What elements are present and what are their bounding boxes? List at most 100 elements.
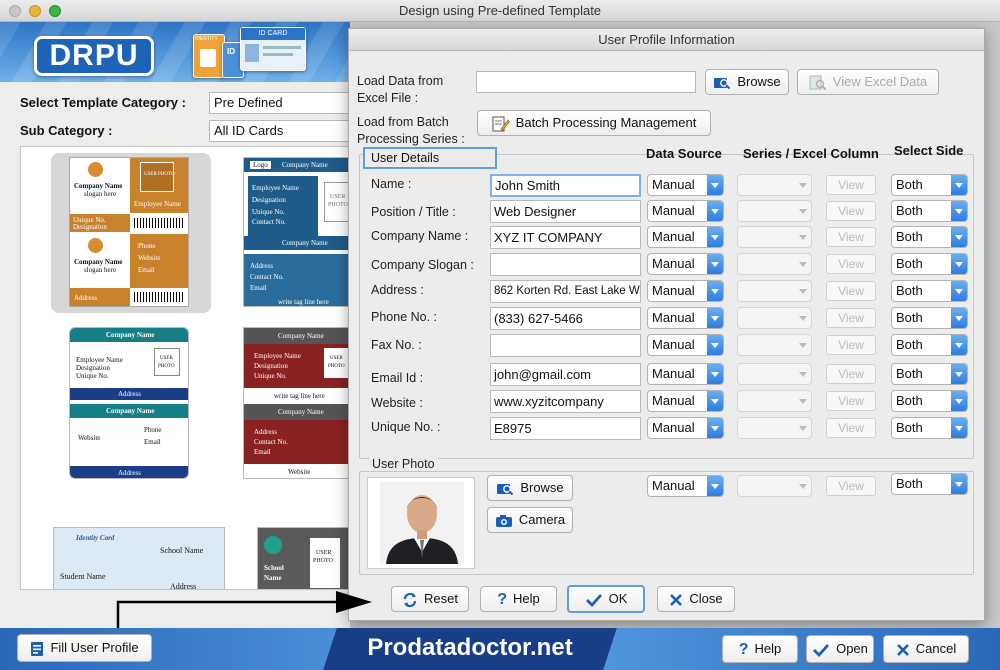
id-card-icon-text: IDENTITY xyxy=(195,36,218,42)
position-view-button[interactable]: View xyxy=(826,201,876,221)
id-card-large-icon: ID CARD xyxy=(240,27,306,71)
address-input[interactable]: 862 Korten Rd. East Lake Way xyxy=(490,280,641,303)
email-series-select[interactable] xyxy=(737,363,812,385)
dialog-help-button[interactable]: ? Help xyxy=(480,586,557,612)
ok-button[interactable]: OK xyxy=(567,585,645,613)
unique-no-input[interactable]: E8975 xyxy=(490,417,641,440)
position-source-select[interactable]: Manual xyxy=(647,200,724,222)
phone-view-button[interactable]: View xyxy=(826,308,876,328)
company-name-label: Company Name : xyxy=(371,229,469,243)
close-button[interactable]: Close xyxy=(657,586,735,612)
template-thumb-6[interactable]: School Name USER PHOTO xyxy=(257,527,349,589)
name-view-button[interactable]: View xyxy=(826,175,876,195)
chevron-down-icon xyxy=(951,201,967,221)
company-name-series-select[interactable] xyxy=(737,226,812,248)
address-side-select[interactable]: Both xyxy=(891,280,968,302)
position-side-select[interactable]: Both xyxy=(891,200,968,222)
website-side-select[interactable]: Both xyxy=(891,390,968,412)
reset-button[interactable]: Reset xyxy=(391,586,469,612)
name-input[interactable]: John Smith xyxy=(490,174,641,197)
website-series-select[interactable] xyxy=(737,390,812,412)
unique-no-view-button[interactable]: View xyxy=(826,418,876,438)
maximize-window-icon[interactable] xyxy=(49,5,61,17)
fax-source-select[interactable]: Manual xyxy=(647,334,724,356)
batch-processing-button[interactable]: Batch Processing Management xyxy=(477,110,711,136)
website-view-button[interactable]: View xyxy=(826,391,876,411)
window-titlebar: Design using Pre-defined Template xyxy=(0,0,1000,22)
sub-category-select[interactable]: All ID Cards xyxy=(209,120,350,142)
camera-label: Camera xyxy=(518,512,566,527)
company-slogan-series-select[interactable] xyxy=(737,253,812,275)
chevron-down-icon xyxy=(951,175,967,195)
close-window-icon[interactable] xyxy=(9,5,21,17)
website-label: Website : xyxy=(371,396,423,410)
chevron-down-icon xyxy=(795,391,811,411)
chevron-down-icon xyxy=(707,335,723,355)
phone-source-select[interactable]: Manual xyxy=(647,307,724,329)
company-slogan-input[interactable] xyxy=(490,253,641,276)
minimize-window-icon[interactable] xyxy=(29,5,41,17)
position-input[interactable]: Web Designer xyxy=(490,200,641,223)
unique-no-side-value: Both xyxy=(896,420,923,435)
company-slogan-view-button[interactable]: View xyxy=(826,254,876,274)
website-source-select[interactable]: Manual xyxy=(647,390,724,412)
fax-series-select[interactable] xyxy=(737,334,812,356)
company-name-side-select[interactable]: Both xyxy=(891,226,968,248)
template-thumb-2[interactable]: Logo Company Name Employee Name Designat… xyxy=(243,157,349,307)
t1-email: Email xyxy=(138,266,155,274)
excel-browse-button[interactable]: Browse xyxy=(705,69,789,95)
open-button[interactable]: Open xyxy=(806,635,874,663)
position-series-select[interactable] xyxy=(737,200,812,222)
t1-slogan: slogan here xyxy=(84,190,117,198)
email-source-select[interactable]: Manual xyxy=(647,363,724,385)
photo-source-select[interactable]: Manual xyxy=(647,475,724,497)
name-side-select[interactable]: Both xyxy=(891,174,968,196)
unique-no-source-select[interactable]: Manual xyxy=(647,417,724,439)
template-thumb-5[interactable]: Identity Card School Name Student Name A… xyxy=(53,527,225,589)
company-name-input[interactable]: XYZ IT COMPANY xyxy=(490,226,641,249)
photo-side-select[interactable]: Both xyxy=(891,473,968,495)
excel-file-input[interactable] xyxy=(476,71,696,93)
fax-input[interactable] xyxy=(490,334,641,357)
email-view-button[interactable]: View xyxy=(826,364,876,384)
name-source-select[interactable]: Manual xyxy=(647,174,724,196)
fax-side-select[interactable]: Both xyxy=(891,334,968,356)
t3-email: Email xyxy=(144,438,161,446)
photo-browse-button[interactable]: Browse xyxy=(487,475,573,501)
company-name-view-button[interactable]: View xyxy=(826,227,876,247)
photo-series-select[interactable] xyxy=(737,475,812,497)
template-thumb-4[interactable]: Company Name Employee Name Designation U… xyxy=(243,327,349,479)
fill-user-profile-button[interactable]: Fill User Profile xyxy=(17,634,152,662)
unique-no-side-select[interactable]: Both xyxy=(891,417,968,439)
company-slogan-side-select[interactable]: Both xyxy=(891,253,968,275)
view-excel-button[interactable]: View Excel Data xyxy=(797,69,939,95)
template-category-select[interactable]: Pre Defined xyxy=(209,92,350,114)
website-input[interactable]: www.xyzitcompany xyxy=(490,390,641,413)
name-series-select[interactable] xyxy=(737,174,812,196)
unique-no-series-select[interactable] xyxy=(737,417,812,439)
email-input[interactable]: john@gmail.com xyxy=(490,363,641,386)
phone-series-select[interactable] xyxy=(737,307,812,329)
photo-view-button[interactable]: View xyxy=(826,476,876,496)
address-source-select[interactable]: Manual xyxy=(647,280,724,302)
phone-input[interactable]: (833) 627-5466 xyxy=(490,307,641,330)
address-series-select[interactable] xyxy=(737,280,812,302)
company-slogan-side-value: Both xyxy=(896,256,923,271)
website-side-value: Both xyxy=(896,393,923,408)
t6-photo2: PHOTO xyxy=(313,558,333,564)
company-slogan-source-select[interactable]: Manual xyxy=(647,253,724,275)
email-side-select[interactable]: Both xyxy=(891,363,968,385)
address-view-button[interactable]: View xyxy=(826,281,876,301)
cancel-button[interactable]: Cancel xyxy=(883,635,969,663)
camera-button[interactable]: Camera xyxy=(487,507,573,533)
help-label: Help xyxy=(754,641,782,656)
phone-side-select[interactable]: Both xyxy=(891,307,968,329)
company-name-source-select[interactable]: Manual xyxy=(647,226,724,248)
template-thumb-3[interactable]: Company Name Employee Name Designation U… xyxy=(69,327,189,479)
help-button[interactable]: ? Help xyxy=(722,635,798,663)
position-label: Position / Title : xyxy=(371,205,456,219)
template-thumb-1[interactable]: Company Name slogan here USER PHOTO Empl… xyxy=(69,157,189,307)
chevron-down-icon xyxy=(795,254,811,274)
company-name-side-value: Both xyxy=(896,229,923,244)
fax-view-button[interactable]: View xyxy=(826,335,876,355)
